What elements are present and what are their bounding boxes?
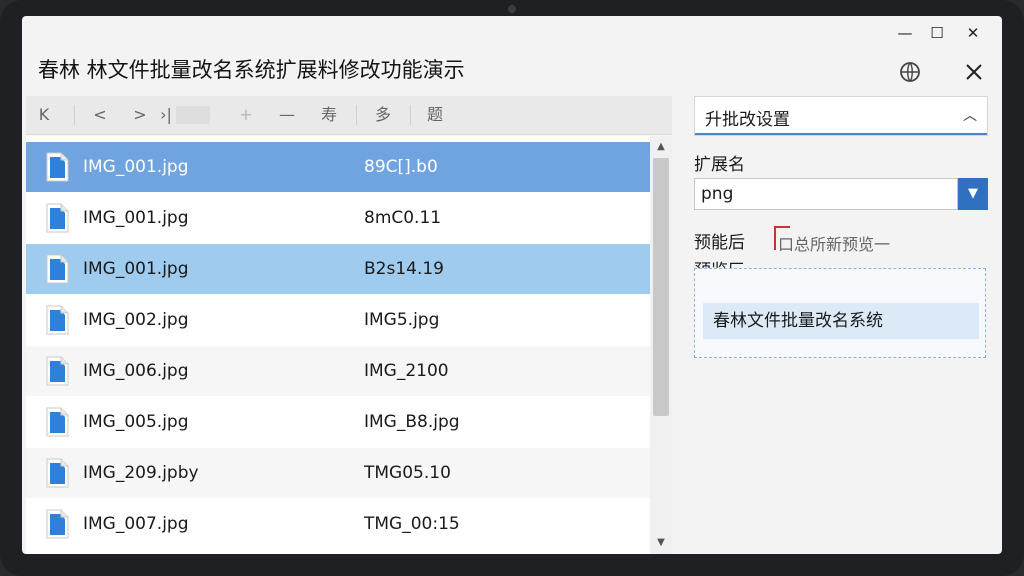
remove-button[interactable]: — <box>274 102 300 128</box>
device-bezel: — ☐ ✕ 春林 林文件批量改名系统扩展料修改功能演示 K < > ›| + —… <box>0 0 1024 576</box>
file-name: IMG_006.jpg <box>83 361 189 381</box>
file-new-name: IMG5.jpg <box>364 310 440 330</box>
preview-note: 口总所新预览一 <box>778 235 891 254</box>
file-name: IMG_001.jpg <box>83 208 189 228</box>
next-button[interactable]: > <box>128 102 152 128</box>
toolbar-blank-button[interactable] <box>176 106 210 124</box>
file-name: IMG_002.jpg <box>83 310 189 330</box>
file-icon <box>46 356 69 386</box>
window-close-button[interactable]: ✕ <box>954 22 992 44</box>
file-new-name: 8mC0.11 <box>364 208 442 228</box>
extension-input[interactable] <box>694 178 958 210</box>
toolbar-divider <box>74 105 75 125</box>
file-name: IMG_005.jpg <box>83 412 189 432</box>
file-icon <box>46 458 69 488</box>
file-new-name: TMG_00:15 <box>364 514 460 534</box>
file-name: IMG_209.jpby <box>83 463 199 483</box>
scroll-down-arrow[interactable]: ▼ <box>650 534 672 552</box>
camera-dot <box>508 5 516 13</box>
preview-label-line1: 预能后 <box>694 233 745 253</box>
file-row[interactable]: IMG_002.jpg IMG5.jpg <box>26 295 650 345</box>
file-icon <box>46 407 69 437</box>
maximize-button[interactable]: ☐ <box>918 22 956 44</box>
file-new-name: IMG_2100 <box>364 361 449 381</box>
scroll-up-arrow[interactable]: ▲ <box>650 138 672 156</box>
globe-icon[interactable] <box>896 58 924 86</box>
file-new-name: 89C[].b0 <box>364 157 438 177</box>
file-row[interactable]: IMG_001.jpg B2s14.19 <box>26 244 650 294</box>
preview-output: 春林文件批量改名系统 <box>703 303 979 339</box>
window-title: 春林 林文件批量改名系统扩展料修改功能演示 <box>38 58 465 82</box>
settings-panel-header[interactable]: 升批改设置 ︿ <box>694 96 988 136</box>
file-icon <box>46 152 69 182</box>
file-icon <box>46 203 69 233</box>
list-scrollbar[interactable]: ▲ ▼ <box>650 136 672 554</box>
first-page-button[interactable]: K <box>32 102 56 128</box>
file-row[interactable]: IMG_007.jpg TMG_00:15 <box>26 499 650 549</box>
panel-accent-line <box>695 133 987 135</box>
file-icon <box>46 305 69 335</box>
file-new-name: TMG05.10 <box>364 463 451 483</box>
chevron-down-icon[interactable]: ▼ <box>958 178 988 210</box>
file-row[interactable]: IMG_001.jpg 89C[].b0 <box>26 142 650 192</box>
file-icon <box>46 509 69 539</box>
extension-label: 扩展名 <box>694 155 745 175</box>
file-new-name: IMG_B8.jpg <box>364 412 460 432</box>
file-icon <box>46 254 69 284</box>
close-icon[interactable] <box>960 58 988 86</box>
last-page-button[interactable]: ›| <box>156 102 176 128</box>
add-button[interactable]: + <box>234 102 258 128</box>
file-list: IMG_001.jpg 89C[].b0 IMG_001.jpg 8mC0.11 IMG… <box>26 136 650 554</box>
file-row[interactable]: IMG_005.jpg IMG_B8.jpg <box>26 397 650 447</box>
file-name: IMG_001.jpg <box>83 157 189 177</box>
file-row[interactable]: IMG_001.jpg 8mC0.11 <box>26 193 650 243</box>
file-name: IMG_001.jpg <box>83 259 189 279</box>
toolbar-divider <box>410 105 411 125</box>
scroll-thumb[interactable] <box>653 158 669 416</box>
file-new-name: B2s14.19 <box>364 259 445 279</box>
settings-panel-title: 升批改设置 <box>705 110 790 130</box>
chevron-up-icon[interactable]: ︿ <box>963 105 977 125</box>
file-row[interactable]: IMG_006.jpg IMG_2100 <box>26 346 650 396</box>
file-row[interactable]: IMG_209.jpby TMG05.10 <box>26 448 650 498</box>
prev-button[interactable]: < <box>88 102 112 128</box>
toolbar-divider <box>356 105 357 125</box>
app-window: — ☐ ✕ 春林 林文件批量改名系统扩展料修改功能演示 K < > ›| + —… <box>22 16 1002 554</box>
toolbar-button-b[interactable]: 多 <box>370 102 396 128</box>
file-toolbar: K < > ›| + — 寿 多 题 <box>26 96 672 135</box>
preview-box: 春林文件批量改名系统 <box>694 268 986 358</box>
toolbar-button-a[interactable]: 寿 <box>316 102 342 128</box>
file-name: IMG_007.jpg <box>83 514 189 534</box>
toolbar-button-c[interactable]: 题 <box>422 102 448 128</box>
